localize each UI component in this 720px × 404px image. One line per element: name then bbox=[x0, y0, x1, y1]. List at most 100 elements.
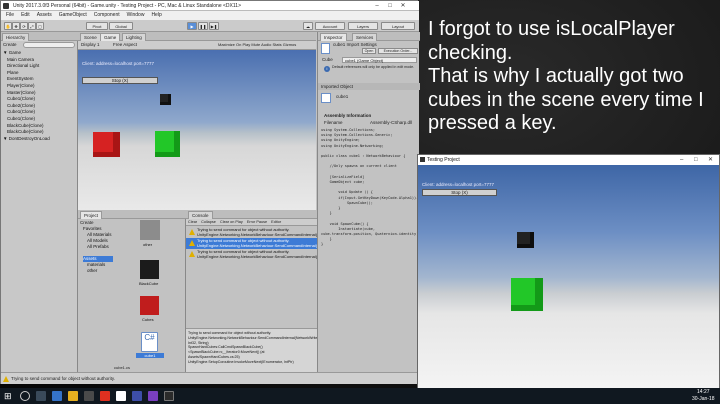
search-icon[interactable] bbox=[20, 391, 30, 401]
script-icon bbox=[321, 43, 330, 54]
file-label-blackcube: BlackCube bbox=[139, 281, 159, 286]
menu-file[interactable]: File bbox=[6, 12, 14, 18]
close-icon[interactable]: ✕ bbox=[397, 1, 409, 11]
hierarchy-item[interactable]: Master(Clone) bbox=[1, 90, 78, 97]
hierarchy-item[interactable]: ▼ Game bbox=[1, 50, 78, 57]
game-view-toggles[interactable]: Maximize On Play Mute Audio Stats Gizmos bbox=[218, 42, 296, 47]
hierarchy-item[interactable]: ▼ DontDestroyOnLoad bbox=[1, 136, 78, 143]
display-dropdown[interactable]: Display 1 bbox=[81, 42, 100, 47]
hierarchy-item[interactable]: Cube1(Clone) bbox=[1, 116, 78, 123]
client-status-text: Client: address=localhost port=7777 bbox=[82, 61, 155, 66]
other-folder[interactable]: other bbox=[83, 268, 113, 274]
tab-project[interactable]: Project bbox=[80, 211, 103, 219]
game-viewport[interactable]: Client: address=localhost port=7777 Stop… bbox=[78, 50, 316, 210]
rect-tool-icon[interactable]: ▢ bbox=[36, 22, 44, 30]
console-error-pause-button[interactable]: Error Pause bbox=[247, 220, 267, 224]
play-icon[interactable]: ▶ bbox=[187, 22, 197, 30]
game-maximize-icon[interactable]: □ bbox=[694, 155, 698, 165]
move-tool-icon[interactable]: ✥ bbox=[12, 22, 20, 30]
testing-project-window: Testing Project – □ ✕ Client: address=lo… bbox=[417, 154, 720, 390]
warning-icon bbox=[189, 229, 195, 235]
menu-edit[interactable]: Edit bbox=[21, 12, 30, 18]
app-blue-icon[interactable] bbox=[132, 391, 142, 401]
execution-order-button[interactable]: Execution Order... bbox=[378, 48, 418, 54]
hierarchy-item[interactable]: Plane bbox=[1, 70, 78, 77]
black-cube bbox=[160, 94, 171, 105]
blackcube-prefab-icon[interactable] bbox=[140, 260, 159, 279]
game-minimize-icon[interactable]: – bbox=[680, 155, 683, 165]
account-dropdown[interactable]: Account bbox=[315, 22, 345, 30]
hierarchy-create-button[interactable]: Create bbox=[3, 42, 17, 47]
task-view-icon[interactable] bbox=[36, 391, 46, 401]
hierarchy-item[interactable]: BlackCube(Clone) bbox=[1, 129, 78, 136]
console-editor-button[interactable]: Editor bbox=[271, 220, 281, 224]
tab-hierarchy[interactable]: Hierarchy bbox=[2, 33, 30, 41]
console-log-entry[interactable]: Trying to send command for object withou… bbox=[186, 238, 317, 249]
game-window-titlebar: Testing Project – □ ✕ bbox=[418, 155, 719, 165]
aspect-dropdown[interactable]: Free Aspect bbox=[113, 42, 137, 47]
clock[interactable]: 14:27 30-Jan-18 bbox=[692, 389, 715, 403]
hierarchy-item[interactable]: Cube1(Clone) bbox=[1, 109, 78, 116]
hierarchy-item[interactable]: Cube2(Clone) bbox=[1, 103, 78, 110]
open-button[interactable]: Open bbox=[362, 48, 376, 54]
tab-scene[interactable]: Scene bbox=[80, 33, 101, 41]
game-close-icon[interactable]: ✕ bbox=[708, 155, 713, 165]
imported-object-header: Imported Object bbox=[318, 83, 420, 90]
menu-component[interactable]: Component bbox=[94, 12, 120, 18]
game-window-title: Testing Project bbox=[427, 157, 460, 163]
tab-inspector[interactable]: Inspector bbox=[320, 33, 347, 41]
hierarchy-item[interactable]: Main Camera bbox=[1, 57, 78, 64]
tab-lighting[interactable]: Lighting bbox=[122, 33, 146, 41]
menu-bar: File Edit Assets GameObject Component Window H… bbox=[1, 11, 419, 20]
layers-dropdown[interactable]: Layers bbox=[348, 22, 378, 30]
pause-icon[interactable]: ❚❚ bbox=[198, 22, 208, 30]
pivot-button[interactable]: Pivot bbox=[86, 22, 108, 30]
tab-game[interactable]: Game bbox=[100, 33, 121, 41]
stop-button[interactable]: Stop (X) bbox=[82, 77, 158, 84]
file-explorer-icon[interactable] bbox=[68, 391, 78, 401]
console-clear-button[interactable]: Clear bbox=[188, 220, 197, 224]
script-file-icon[interactable]: C# bbox=[141, 332, 158, 352]
hand-tool-icon[interactable]: ✋ bbox=[4, 22, 12, 30]
console-collapse-button[interactable]: Collapse bbox=[201, 220, 216, 224]
maximize-icon[interactable]: □ bbox=[384, 1, 396, 11]
cube-object-field[interactable]: cube1 (Game Object) bbox=[342, 57, 417, 63]
windows-start-icon[interactable]: ⊞ bbox=[4, 391, 14, 401]
console-clear-on-play-button[interactable]: Clear on Play bbox=[220, 220, 243, 224]
tab-console[interactable]: Console bbox=[188, 211, 213, 219]
step-icon[interactable]: ▶❚ bbox=[209, 22, 219, 30]
menu-help[interactable]: Help bbox=[151, 12, 161, 18]
minimize-icon[interactable]: – bbox=[371, 1, 383, 11]
project-create-button[interactable]: Create bbox=[80, 220, 94, 225]
hierarchy-item[interactable]: Cube1(Clone) bbox=[1, 96, 78, 103]
menu-assets[interactable]: Assets bbox=[37, 12, 52, 18]
menu-window[interactable]: Window bbox=[127, 12, 145, 18]
console-log-text: Trying to send command for object withou… bbox=[197, 249, 317, 259]
cloud-icon[interactable]: ☁ bbox=[303, 22, 313, 30]
other-folder-icon[interactable] bbox=[140, 220, 160, 240]
hierarchy-search-input[interactable] bbox=[23, 42, 75, 48]
game-render-view[interactable]: Client: address=localhost port=7777 Stop… bbox=[418, 165, 719, 390]
hierarchy-item[interactable]: EventSystem bbox=[1, 76, 78, 83]
hierarchy-item[interactable]: Directional Light bbox=[1, 63, 78, 70]
scene-tabs: Scene Game Lighting bbox=[78, 32, 316, 41]
scale-tool-icon[interactable]: ⤢ bbox=[28, 22, 36, 30]
rotate-tool-icon[interactable]: ⟳ bbox=[20, 22, 28, 30]
console-log-entry[interactable]: Trying to send command for object withou… bbox=[186, 249, 317, 260]
terminal-icon[interactable] bbox=[164, 391, 174, 401]
tab-services[interactable]: Services bbox=[352, 33, 378, 41]
menu-gameobject[interactable]: GameObject bbox=[59, 12, 87, 18]
cubes-prefab-icon[interactable] bbox=[140, 296, 159, 315]
hierarchy-item[interactable]: Player(Clone) bbox=[1, 83, 78, 90]
console-log-entry[interactable]: Trying to send command for object withou… bbox=[186, 227, 317, 238]
app-white-icon[interactable] bbox=[116, 391, 126, 401]
game-stop-button[interactable]: Stop (X) bbox=[422, 189, 497, 196]
layout-dropdown[interactable]: Layout bbox=[381, 22, 415, 30]
app-red-icon[interactable] bbox=[100, 391, 110, 401]
favorites-prefabs[interactable]: All Prefabs bbox=[83, 244, 112, 250]
visual-studio-icon[interactable] bbox=[148, 391, 158, 401]
hierarchy-item[interactable]: BlackCube(Clone) bbox=[1, 123, 78, 130]
edge-icon[interactable] bbox=[52, 391, 62, 401]
unity-taskbar-icon[interactable] bbox=[84, 391, 94, 401]
global-button[interactable]: Global bbox=[109, 22, 133, 30]
